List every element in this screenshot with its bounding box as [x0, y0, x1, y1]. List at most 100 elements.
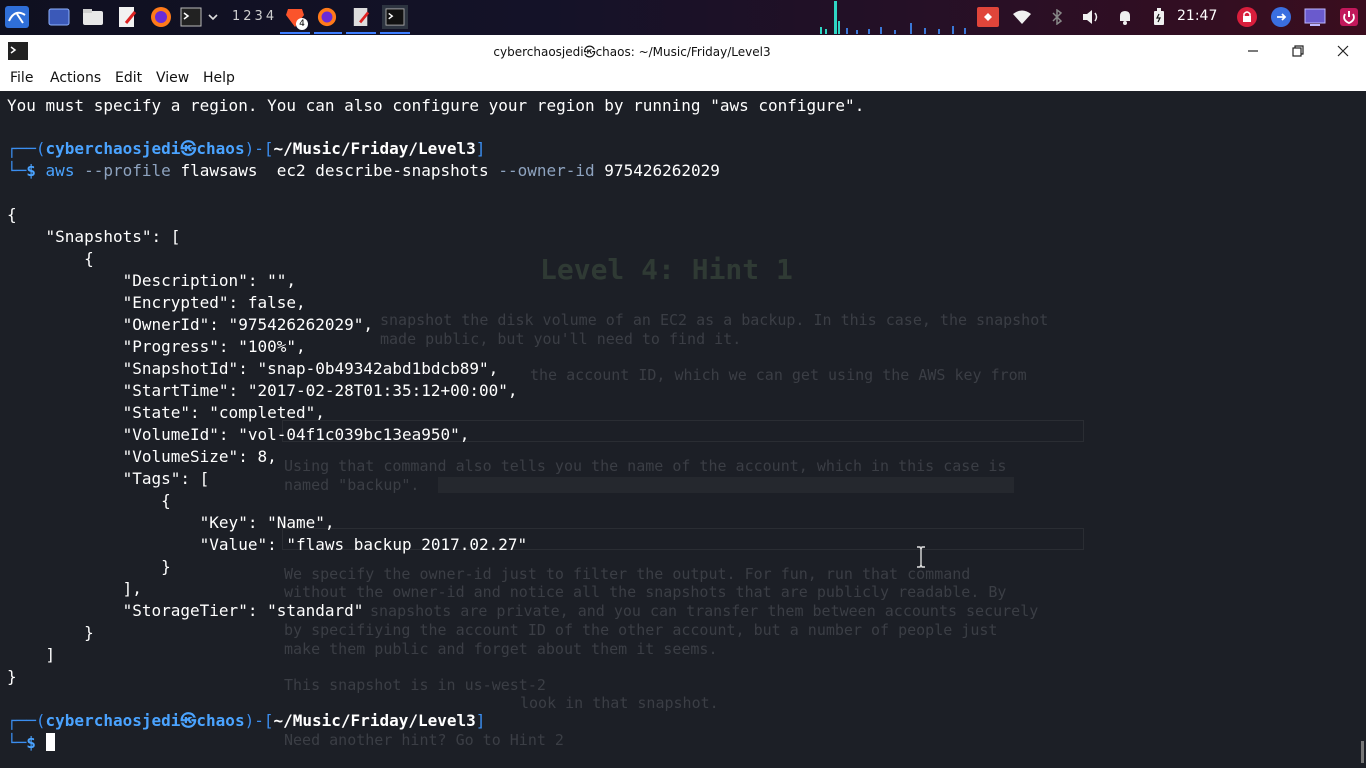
maximize-button[interactable] — [1287, 41, 1309, 61]
window-titlebar[interactable]: cyberchaosjedi㉿chaos: ~/Music/Friday/Lev… — [0, 35, 1366, 68]
prompt-at: ㉿ — [180, 139, 197, 158]
switch-user-icon[interactable] — [1302, 5, 1328, 29]
output-line: { — [7, 491, 171, 510]
output-line: } — [7, 557, 171, 576]
ghost-heading: Level 4: Hint 1 — [540, 253, 793, 286]
battery-icon[interactable] — [1148, 5, 1170, 29]
clock[interactable]: 21:47 — [1177, 8, 1217, 24]
command-option: --profile — [84, 161, 171, 180]
prompt-corner: └─ — [7, 733, 27, 752]
ghost-line: the account ID, which we can get using t… — [530, 366, 1027, 384]
top-panel: 1234 4 21:47 — [0, 0, 1366, 35]
output-line: "VolumeId": "vol-04f1c039bc13ea950", — [7, 425, 470, 444]
prompt-user: cyberchaosjedi — [45, 711, 181, 730]
terminal-task-icon[interactable] — [382, 5, 408, 29]
ghost-line: made public, but you'll need to find it. — [380, 330, 742, 348]
task-indicator — [380, 32, 410, 34]
task-indicator — [346, 32, 376, 34]
prompt-dollar: $ — [26, 161, 36, 180]
prompt-user: cyberchaosjedi — [45, 139, 181, 158]
chevron-down-icon[interactable] — [206, 5, 220, 29]
output-line: "State": "completed", — [7, 403, 325, 422]
output-line: "VolumeSize": 8, — [7, 447, 277, 466]
mouse-ibeam-cursor-icon — [916, 546, 926, 572]
file-manager-icon[interactable] — [80, 5, 106, 29]
prompt-host: chaos — [196, 139, 245, 158]
close-button[interactable] — [1332, 41, 1354, 61]
ghost-line: This snapshot is in us-west-2 — [284, 676, 546, 694]
output-line: "OwnerId": "975426262029", — [7, 315, 374, 334]
lock-screen-icon[interactable] — [1234, 5, 1260, 29]
ghost-line: snapshots are private, and you can trans… — [370, 602, 1039, 620]
output-line: "Progress": "100%", — [7, 337, 306, 356]
scrollbar-thumb[interactable] — [1361, 741, 1364, 763]
logout-icon[interactable] — [1268, 5, 1294, 29]
ghost-line: named "backup". — [284, 476, 420, 494]
command-option: --owner-id — [498, 161, 595, 180]
terminal-launcher-icon[interactable] — [178, 5, 204, 29]
task-count-badge: 4 — [296, 18, 308, 30]
output-line: "Value": "flaws backup 2017.02.27" — [7, 535, 528, 554]
prompt-frame: ] — [475, 139, 486, 158]
output-line: ], — [7, 579, 142, 598]
ghost-line: without the owner-id and notice all the … — [284, 583, 1007, 601]
show-desktop-icon[interactable] — [46, 5, 72, 29]
prompt-frame: ┌──( — [7, 139, 46, 158]
editor-task-icon[interactable] — [348, 5, 374, 29]
terminal-area[interactable]: Level 4: Hint 1 snapshot the disk volume… — [0, 91, 1366, 768]
command-arg: 975426262029 — [604, 161, 720, 180]
output-line: ] — [7, 645, 56, 664]
prompt-path: ~/Music/Friday/Level3 — [273, 139, 476, 158]
menu-bar: File Actions Edit View Help — [0, 67, 1366, 91]
output-line: "Snapshots": [ — [7, 227, 181, 246]
wifi-icon[interactable] — [1010, 5, 1034, 29]
prompt-frame: ┌──( — [7, 711, 46, 730]
ghost-highlight — [438, 477, 1014, 493]
active-task-indicator — [280, 32, 310, 34]
output-line: "StorageTier": "standard" — [7, 601, 364, 620]
prompt-frame: ] — [475, 711, 486, 730]
menu-help[interactable]: Help — [203, 70, 235, 86]
ghost-line: by specifiying the account ID of the oth… — [284, 621, 998, 639]
ghost-line: snapshot the disk volume of an EC2 as a … — [380, 311, 1049, 329]
output-line: { — [7, 205, 17, 224]
power-icon[interactable] — [1336, 5, 1362, 29]
output-line: { — [7, 249, 94, 268]
prompt-path: ~/Music/Friday/Level3 — [273, 711, 476, 730]
prompt-line: ┌──(cyberchaosjedi㉿chaos)-[~/Music/Frida… — [7, 138, 485, 160]
notification-bell-icon[interactable] — [1114, 5, 1136, 29]
firefox-task-icon[interactable] — [314, 5, 340, 29]
prompt-at: ㉿ — [180, 711, 197, 730]
prompt-corner: └─ — [7, 161, 27, 180]
prompt-dollar: $ — [26, 733, 36, 752]
minimize-button[interactable] — [1242, 41, 1264, 61]
menu-file[interactable]: File — [10, 70, 33, 86]
output-line: } — [7, 623, 94, 642]
prompt-frame: )-[ — [244, 139, 274, 158]
text-editor-icon[interactable] — [114, 5, 140, 29]
anydesk-icon[interactable] — [976, 5, 1000, 29]
prompt-frame: )-[ — [244, 711, 274, 730]
output-line: "Description": "", — [7, 271, 296, 290]
firefox-icon[interactable] — [148, 5, 174, 29]
prompt-host: chaos — [196, 711, 245, 730]
kali-menu-icon[interactable] — [4, 5, 30, 29]
menu-actions[interactable]: Actions — [50, 70, 101, 86]
input-line[interactable]: └─$ — [7, 732, 55, 754]
text-cursor — [45, 733, 55, 751]
output-line: } — [7, 667, 17, 686]
command-line: └─$ aws --profile flawsaws ec2 describe-… — [7, 160, 720, 182]
volume-icon[interactable] — [1080, 5, 1102, 29]
command-args: ec2 describe-snapshots — [257, 161, 489, 180]
output-line: "Tags": [ — [7, 469, 210, 488]
menu-view[interactable]: View — [156, 70, 189, 86]
bluetooth-icon[interactable] — [1046, 5, 1068, 29]
command-arg: flawsaws — [180, 161, 258, 180]
workspace-switcher[interactable]: 1234 — [232, 9, 277, 24]
prompt-line: ┌──(cyberchaosjedi㉿chaos)-[~/Music/Frida… — [7, 710, 485, 732]
cpu-graph — [820, 1, 966, 34]
menu-edit[interactable]: Edit — [115, 70, 142, 86]
task-indicator — [314, 32, 342, 34]
output-line: "SnapshotId": "snap-0b49342abd1bdcb89", — [7, 359, 499, 378]
ghost-line: look in that snapshot. — [520, 694, 719, 712]
